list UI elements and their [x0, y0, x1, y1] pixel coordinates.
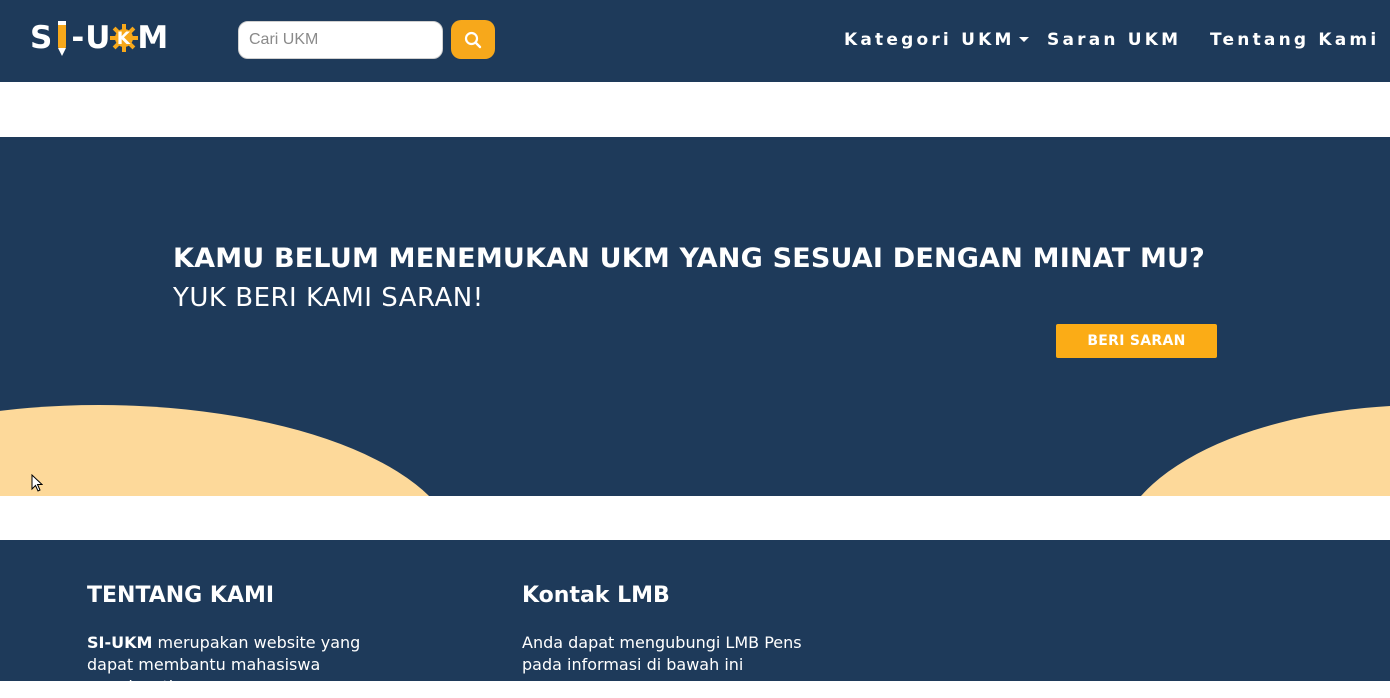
gear-icon: K [110, 24, 139, 52]
search-icon [464, 31, 482, 48]
logo-letter-m: M [137, 20, 170, 56]
footer-about-brand: SI-UKM [87, 633, 153, 652]
footer-about-heading: TENTANG KAMI [87, 583, 275, 608]
cta-headline: KAMU BELUM MENEMUKAN UKM YANG SESUAI DEN… [173, 243, 1206, 274]
mouse-cursor-icon [31, 474, 43, 492]
beri-saran-button[interactable]: BERI SARAN [1056, 324, 1217, 358]
logo-letter-s: S [30, 20, 54, 56]
footer-contact-heading: Kontak LMB [522, 583, 670, 608]
suggestion-cta-section: KAMU BELUM MENEMUKAN UKM YANG SESUAI DEN… [0, 137, 1390, 496]
decorative-blob-left [0, 405, 458, 496]
top-navbar: S -U K M Cari UKM Kategori UKM Saran UKM… [0, 0, 1390, 82]
pencil-icon [58, 21, 67, 56]
nav-kategori-label: Kategori UKM [844, 30, 1015, 50]
footer-about-text: SI-UKM merupakan website yang dapat memb… [87, 632, 397, 698]
nav-tentang-kami[interactable]: Tentang Kami [1210, 30, 1379, 50]
search-button[interactable] [451, 20, 495, 59]
nav-saran-ukm[interactable]: Saran UKM [1047, 30, 1181, 50]
search-input[interactable] [238, 21, 443, 59]
footer-contact-text: Anda dapat mengubungi LMB Pens pada info… [522, 633, 802, 674]
caret-down-icon [1018, 37, 1029, 42]
nav-kategori-ukm-dropdown[interactable]: Kategori UKM [844, 30, 1029, 50]
site-logo[interactable]: S -U K M [30, 16, 169, 60]
decorative-blob-right [1116, 405, 1390, 496]
cta-subline: YUK BERI KAMI SARAN! [173, 283, 484, 313]
site-footer: TENTANG KAMI SI-UKM merupakan website ya… [0, 540, 1390, 696]
logo-letters-u: -U [71, 20, 112, 56]
svg-text:K: K [117, 29, 131, 49]
